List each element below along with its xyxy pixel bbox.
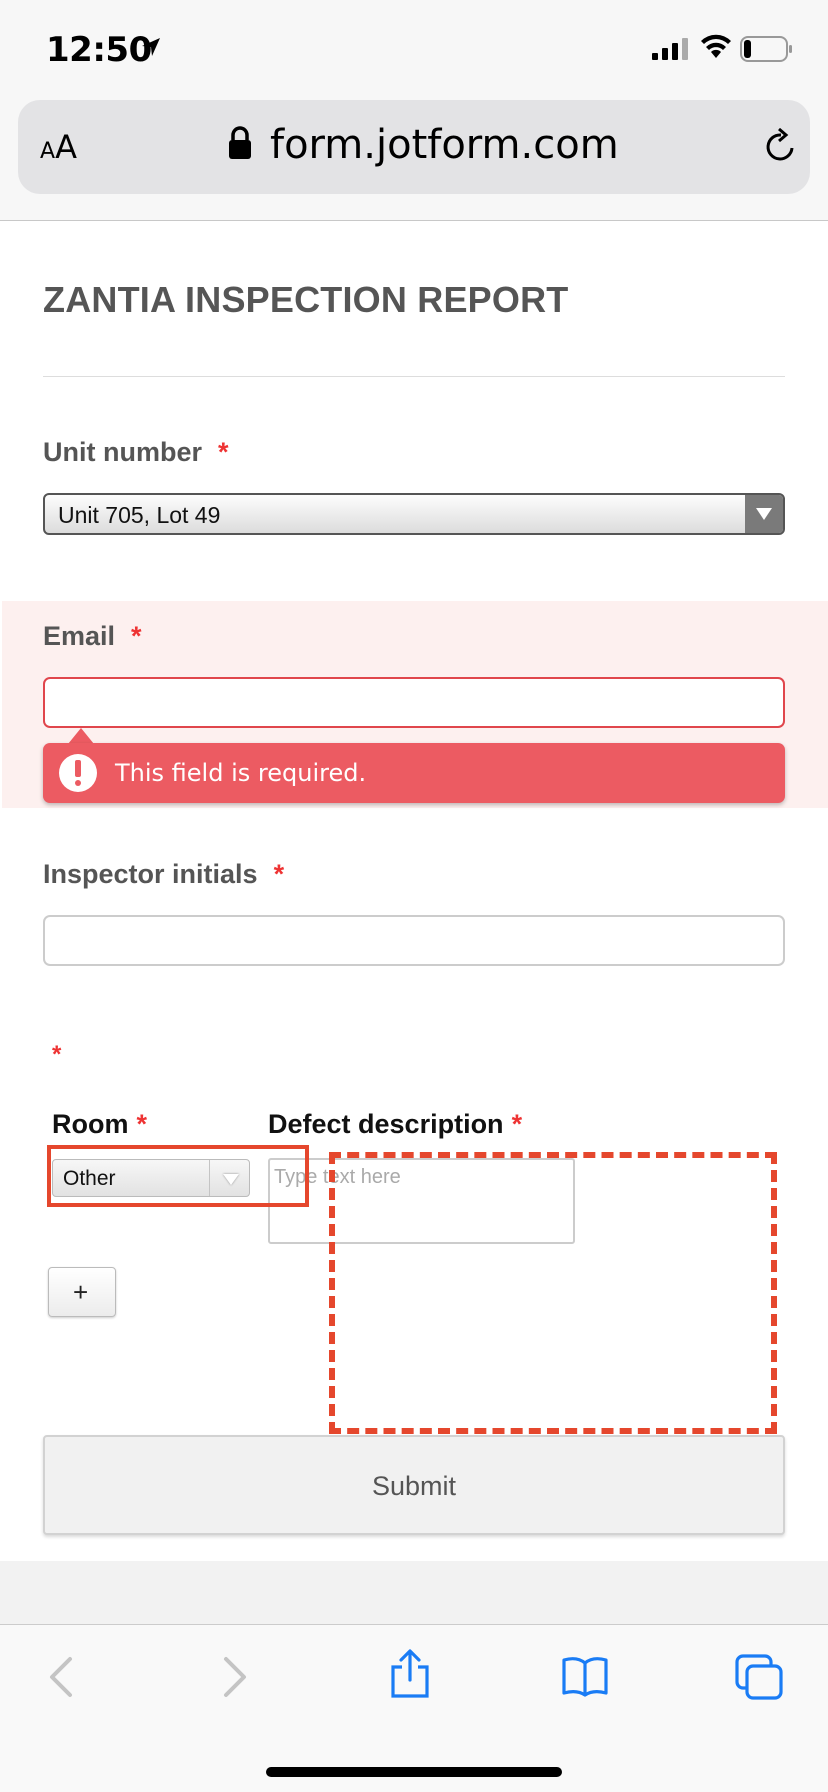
email-field[interactable] xyxy=(43,677,785,728)
divider xyxy=(43,376,785,377)
error-text: This field is required. xyxy=(115,759,367,787)
lock-icon xyxy=(229,126,251,159)
required-marker: * xyxy=(131,621,142,651)
cellular-signal-icon xyxy=(652,38,688,60)
status-time: 12:50 xyxy=(46,30,152,70)
back-arrow-icon[interactable] xyxy=(46,1655,76,1699)
bookmarks-icon[interactable] xyxy=(561,1655,609,1697)
error-message: This field is required. xyxy=(43,743,785,803)
location-arrow-icon xyxy=(142,38,160,56)
status-bar: 12:50 xyxy=(0,0,828,96)
chevron-down-icon xyxy=(745,495,783,533)
home-indicator xyxy=(266,1767,562,1777)
required-marker: * xyxy=(52,1041,62,1068)
forward-arrow-icon[interactable] xyxy=(220,1655,250,1699)
room-column-label: Room * xyxy=(52,1109,148,1139)
form-title: ZANTIA INSPECTION REPORT xyxy=(43,279,569,320)
error-pointer xyxy=(68,728,94,744)
unit-number-label: Unit number * xyxy=(43,437,229,467)
required-marker: * xyxy=(136,1109,148,1139)
reload-icon[interactable] xyxy=(764,128,798,164)
email-label: Email * xyxy=(43,621,142,651)
defect-column-label: Defect description * xyxy=(268,1109,523,1139)
share-icon[interactable] xyxy=(388,1649,432,1699)
wifi-icon xyxy=(701,34,731,58)
browser-toolbar xyxy=(0,1624,828,1792)
tabs-icon[interactable] xyxy=(734,1653,784,1701)
annotation-dashed-box xyxy=(329,1152,777,1434)
battery-icon xyxy=(740,36,792,62)
reader-text-size-button[interactable]: AA xyxy=(40,128,77,166)
unit-number-value: Unit 705, Lot 49 xyxy=(58,502,221,528)
address-bar[interactable]: AA form.jotform.com xyxy=(18,100,810,194)
submit-button[interactable]: Submit xyxy=(43,1435,785,1535)
add-row-button[interactable]: + xyxy=(48,1267,116,1317)
url-text: form.jotform.com xyxy=(270,122,619,168)
required-marker: * xyxy=(218,437,229,467)
inspector-initials-field[interactable] xyxy=(43,915,785,966)
exclamation-icon xyxy=(59,754,97,792)
unit-number-select[interactable]: Unit 705, Lot 49 xyxy=(43,493,785,535)
required-marker: * xyxy=(511,1109,523,1139)
annotation-highlight-box xyxy=(47,1145,309,1207)
page-footer-space xyxy=(0,1561,828,1625)
inspector-initials-label: Inspector initials * xyxy=(43,859,285,889)
form-container: ZANTIA INSPECTION REPORT Unit number * Un… xyxy=(0,221,828,1561)
required-marker: * xyxy=(273,859,285,889)
